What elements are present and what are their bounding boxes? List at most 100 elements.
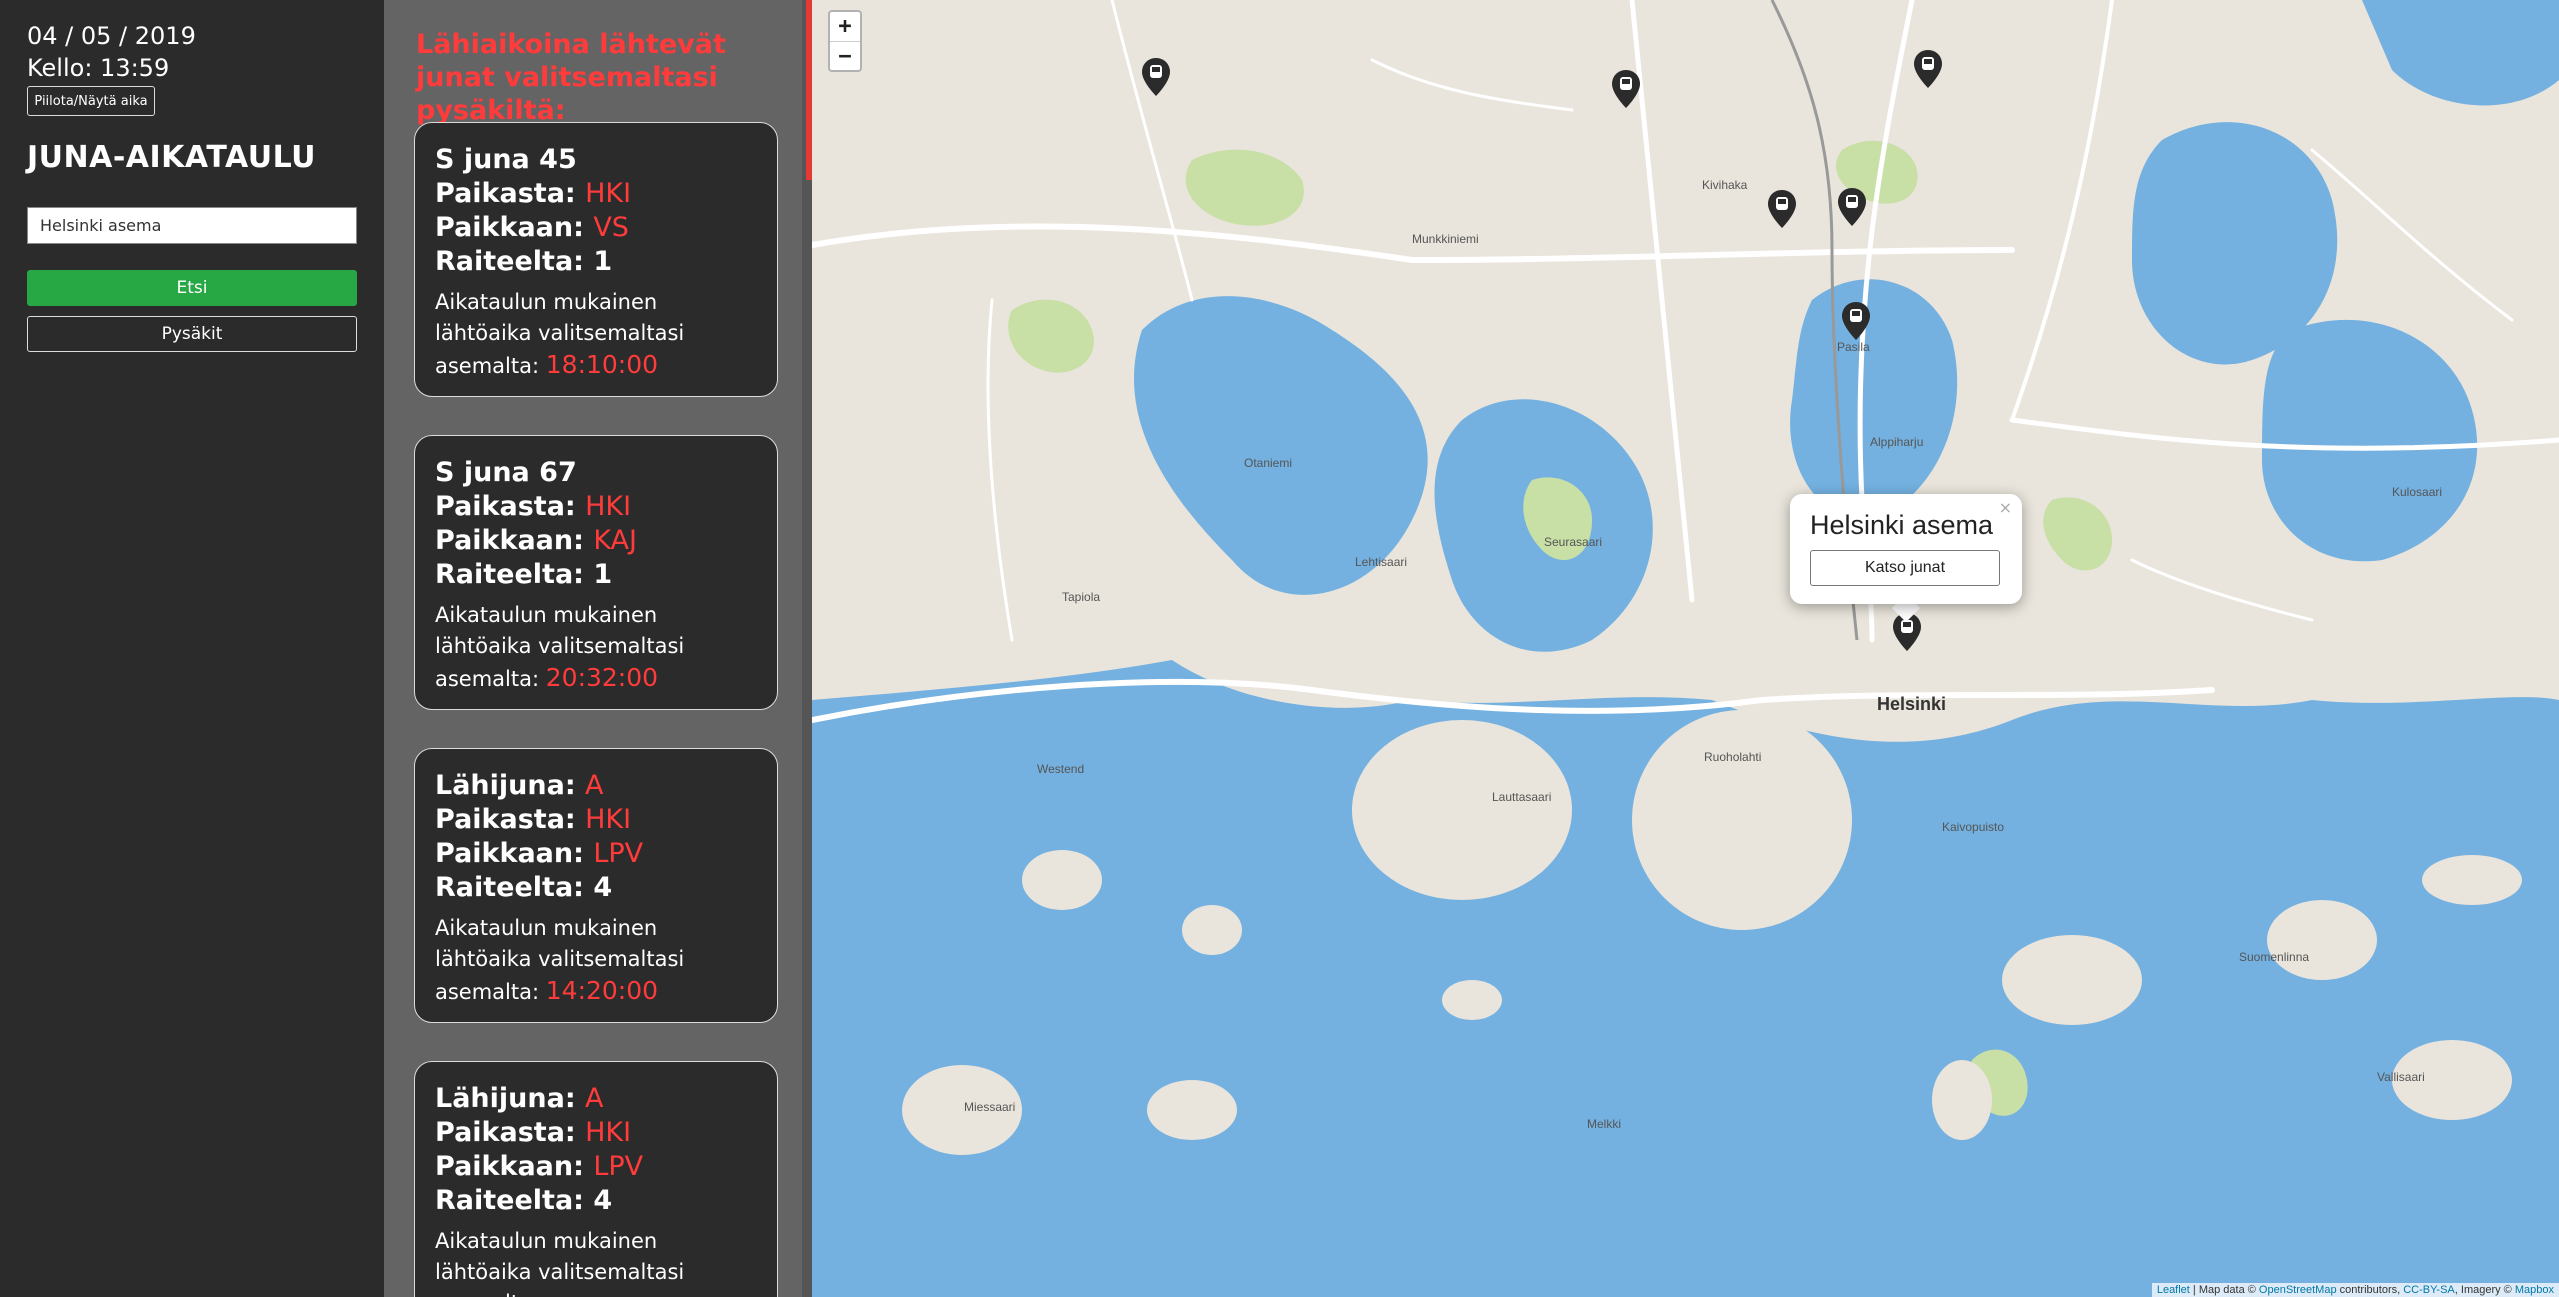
train-card: S juna 67 Paikasta: HKI Paikkaan: KAJ Ra… bbox=[414, 435, 778, 710]
departure-label: Aikataulun mukainen lähtöaika valitsemal… bbox=[435, 1229, 685, 1297]
train-station-marker-icon[interactable] bbox=[1768, 190, 1796, 228]
train-station-marker-icon[interactable] bbox=[1842, 302, 1870, 340]
popup-title: Helsinki asema bbox=[1810, 510, 1994, 540]
map[interactable]: Helsinki Pasila Lauttasaari Otaniemi Tap… bbox=[812, 0, 2559, 1297]
train-type-label: Lähijuna: bbox=[435, 770, 576, 801]
place-label: Westend bbox=[1037, 762, 1085, 776]
sidebar: 04 / 05 / 2019 Kello: 13:59 Piilota/Näyt… bbox=[0, 0, 384, 1297]
train-type-label: Lähijuna: bbox=[435, 1083, 576, 1114]
attribution-text: | Map data © bbox=[2189, 1284, 2259, 1296]
zoom-out-button[interactable]: − bbox=[830, 42, 860, 71]
from-label: Paikasta: bbox=[435, 804, 576, 835]
to-value: LPV bbox=[593, 838, 644, 869]
place-label: Kivihaka bbox=[1702, 178, 1748, 192]
place-label: Seurasaari bbox=[1544, 535, 1603, 549]
train-type-label: S juna bbox=[435, 457, 530, 488]
place-label: Suomenlinna bbox=[2239, 950, 2310, 964]
from-value: HKI bbox=[585, 178, 632, 209]
train-title: S juna 45 bbox=[435, 143, 757, 177]
to-value: KAJ bbox=[593, 525, 637, 556]
place-label: Munkkiniemi bbox=[1412, 232, 1479, 246]
train-title: Lähijuna: A bbox=[435, 1082, 757, 1116]
track-value: 4 bbox=[593, 872, 613, 903]
to-label: Paikkaan: bbox=[435, 525, 584, 556]
station-search-input[interactable] bbox=[27, 207, 357, 244]
train-from: Paikasta: HKI bbox=[435, 177, 757, 211]
place-label: Lauttasaari bbox=[1492, 790, 1552, 804]
train-from: Paikasta: HKI bbox=[435, 490, 757, 524]
clock-display: Kello: 13:59 bbox=[27, 54, 170, 82]
station-popup: Helsinki asema × Katso junat bbox=[1790, 494, 2022, 604]
map-attribution: Leaflet | Map data © OpenStreetMap contr… bbox=[2151, 1283, 2559, 1297]
track-label: Raiteelta: bbox=[435, 246, 584, 277]
date-display: 04 / 05 / 2019 bbox=[27, 22, 196, 50]
train-type-label: S juna bbox=[435, 144, 530, 175]
mapbox-link[interactable]: Mapbox bbox=[2515, 1284, 2554, 1296]
train-card: Lähijuna: A Paikasta: HKI Paikkaan: LPV … bbox=[414, 1061, 778, 1297]
search-button[interactable]: Etsi bbox=[27, 270, 357, 306]
train-list-panel: Lähiaikoina lähtevät junat valitsemaltas… bbox=[384, 0, 812, 1297]
train-track: Raiteelta: 4 bbox=[435, 1184, 757, 1218]
train-station-marker-icon[interactable] bbox=[1838, 188, 1866, 226]
track-label: Raiteelta: bbox=[435, 559, 584, 590]
train-to: Paikkaan: VS bbox=[435, 211, 757, 245]
place-label: Alppiharju bbox=[1870, 435, 1924, 449]
to-value: VS bbox=[593, 212, 629, 243]
train-id: A bbox=[585, 1083, 604, 1114]
train-to: Paikkaan: KAJ bbox=[435, 524, 757, 558]
train-from: Paikasta: HKI bbox=[435, 803, 757, 837]
place-label: Lehtisaari bbox=[1355, 555, 1408, 569]
to-value: LPV bbox=[593, 1151, 644, 1182]
license-link[interactable]: CC-BY-SA bbox=[2403, 1284, 2455, 1296]
train-station-marker-icon[interactable] bbox=[1914, 50, 1942, 88]
from-label: Paikasta: bbox=[435, 178, 576, 209]
attribution-text: contributors, bbox=[2336, 1284, 2404, 1296]
departure-time: 14:20:00 bbox=[545, 976, 659, 1005]
place-label: Ruoholahti bbox=[1704, 750, 1762, 764]
departure-time: 18:10:00 bbox=[545, 350, 659, 379]
scrollbar[interactable] bbox=[802, 0, 812, 1297]
track-label: Raiteelta: bbox=[435, 872, 584, 903]
train-id: 67 bbox=[539, 457, 577, 488]
departure-info: Aikataulun mukainen lähtöaika valitsemal… bbox=[435, 913, 757, 1008]
train-id: 45 bbox=[539, 144, 577, 175]
train-list-heading: Lähiaikoina lähtevät junat valitsemaltas… bbox=[416, 29, 726, 126]
train-title: Lähijuna: A bbox=[435, 769, 757, 803]
place-label: Helsinki bbox=[1877, 694, 1947, 714]
close-icon[interactable]: × bbox=[1999, 498, 2012, 517]
departure-info: Aikataulun mukainen lähtöaika valitsemal… bbox=[435, 1226, 757, 1297]
place-label: Pasila bbox=[1837, 340, 1870, 354]
place-label: Tapiola bbox=[1062, 590, 1101, 604]
app-title: JUNA-AIKATAULU bbox=[27, 140, 317, 175]
place-label: Miessaari bbox=[964, 1100, 1016, 1114]
track-label: Raiteelta: bbox=[435, 1185, 584, 1216]
track-value: 1 bbox=[593, 559, 613, 590]
train-to: Paikkaan: LPV bbox=[435, 837, 757, 871]
from-label: Paikasta: bbox=[435, 1117, 576, 1148]
toggle-time-button[interactable]: Piilota/Näytä aika bbox=[27, 86, 155, 116]
from-value: HKI bbox=[585, 491, 632, 522]
from-label: Paikasta: bbox=[435, 491, 576, 522]
leaflet-link[interactable]: Leaflet bbox=[2157, 1284, 2190, 1296]
departure-info: Aikataulun mukainen lähtöaika valitsemal… bbox=[435, 287, 757, 382]
place-label: Vallisaari bbox=[2377, 1070, 2425, 1084]
from-value: HKI bbox=[585, 804, 632, 835]
train-track: Raiteelta: 1 bbox=[435, 245, 757, 279]
train-station-marker-icon[interactable] bbox=[1142, 58, 1170, 96]
train-card: Lähijuna: A Paikasta: HKI Paikkaan: LPV … bbox=[414, 748, 778, 1023]
attribution-text: , Imagery © bbox=[2454, 1284, 2515, 1296]
osm-link[interactable]: OpenStreetMap bbox=[2259, 1284, 2337, 1296]
train-to: Paikkaan: LPV bbox=[435, 1150, 757, 1184]
to-label: Paikkaan: bbox=[435, 838, 584, 869]
place-label: Kulosaari bbox=[2392, 485, 2443, 499]
zoom-in-button[interactable]: + bbox=[830, 12, 860, 42]
view-trains-button[interactable]: Katso junat bbox=[1810, 550, 2000, 586]
to-label: Paikkaan: bbox=[435, 1151, 584, 1182]
from-value: HKI bbox=[585, 1117, 632, 1148]
track-value: 4 bbox=[593, 1185, 613, 1216]
departure-info: Aikataulun mukainen lähtöaika valitsemal… bbox=[435, 600, 757, 695]
to-label: Paikkaan: bbox=[435, 212, 584, 243]
zoom-control: + − bbox=[828, 10, 862, 72]
train-station-marker-icon[interactable] bbox=[1612, 70, 1640, 108]
stops-button[interactable]: Pysäkit bbox=[27, 316, 357, 352]
